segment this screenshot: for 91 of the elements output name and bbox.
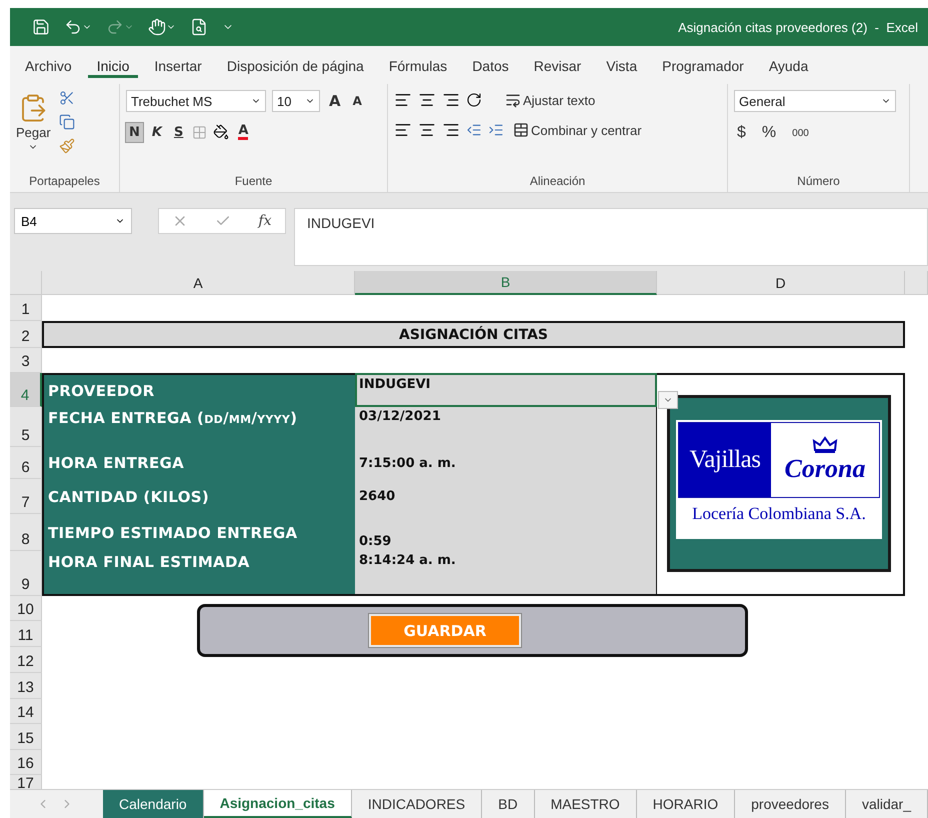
underline-button[interactable]: S: [170, 122, 186, 142]
window-title: Asignación citas proveedores (2) - Excel: [678, 20, 918, 34]
logo-brand: Corona: [784, 454, 866, 484]
currency-button[interactable]: $: [734, 122, 749, 144]
ribbon-tab[interactable]: Disposición de página: [218, 52, 373, 78]
row-header[interactable]: 14: [10, 699, 42, 724]
sheet-tab[interactable]: Asignacion_citas: [204, 790, 352, 818]
field-value[interactable]: 03/12/2021: [355, 407, 657, 447]
row-header[interactable]: 15: [10, 724, 42, 750]
merge-center-button[interactable]: Combinar y centrar: [510, 120, 645, 140]
row-header[interactable]: 13: [10, 673, 42, 699]
redo-icon[interactable]: [106, 18, 124, 36]
row-header[interactable]: 4: [10, 373, 42, 407]
ribbon-tab[interactable]: Fórmulas: [380, 52, 456, 78]
row-header[interactable]: 7: [10, 479, 42, 514]
wrap-text-icon: [505, 92, 521, 108]
font-size-field[interactable]: 10: [272, 90, 320, 112]
undo-icon[interactable]: [64, 18, 82, 36]
row-header[interactable]: 2: [10, 321, 42, 348]
row-header[interactable]: 5: [10, 407, 42, 447]
field-value[interactable]: 2640: [355, 479, 657, 514]
thousands-button[interactable]: 000: [789, 126, 812, 140]
touch-mode-icon[interactable]: [148, 18, 166, 36]
row-header[interactable]: 9: [10, 551, 42, 596]
wrap-text-button[interactable]: Ajustar texto: [502, 90, 598, 110]
group-label: Número: [796, 174, 841, 190]
logo-subtitle: Locería Colombiana S.A.: [691, 503, 867, 524]
row-header[interactable]: 1: [10, 295, 42, 321]
crown-icon: [812, 436, 838, 454]
name-box[interactable]: B4: [14, 208, 132, 234]
increase-indent-icon[interactable]: [488, 122, 504, 138]
field-label: HORA ENTREGA: [42, 447, 355, 479]
row-header[interactable]: 6: [10, 447, 42, 479]
field-label: TIEMPO ESTIMADO ENTREGA: [42, 514, 355, 551]
align-center-icon[interactable]: [418, 121, 436, 139]
field-value[interactable]: 0:59: [355, 514, 657, 551]
shrink-font-button[interactable]: A: [350, 92, 365, 110]
ribbon-tab[interactable]: Revisar: [524, 52, 590, 78]
ribbon-tab[interactable]: Datos: [463, 52, 518, 78]
ribbon-tab[interactable]: Ayuda: [760, 52, 818, 78]
merge-icon: [513, 122, 529, 138]
print-preview-icon[interactable]: [190, 18, 208, 36]
number-format-field[interactable]: General: [734, 90, 896, 112]
group-label: Portapapeles: [28, 174, 101, 190]
field-label: HORA FINAL ESTIMADA: [42, 551, 355, 596]
row-header[interactable]: 3: [10, 348, 42, 373]
fill-color-icon[interactable]: [213, 124, 230, 140]
insert-function-button[interactable]: fx: [258, 213, 272, 229]
row-header[interactable]: 8: [10, 514, 42, 551]
orientation-icon[interactable]: [466, 92, 482, 108]
bold-button[interactable]: N: [126, 122, 143, 142]
row-header[interactable]: 11: [10, 621, 42, 647]
font-name-field[interactable]: Trebuchet MS: [126, 90, 266, 112]
ribbon-tab[interactable]: Programador: [653, 52, 753, 78]
row-header[interactable]: 10: [10, 596, 42, 621]
paste-button[interactable]: Pegar: [16, 92, 51, 152]
column-header[interactable]: A: [42, 271, 355, 295]
column-header[interactable]: B: [355, 271, 657, 295]
middle-align-icon[interactable]: [418, 91, 436, 109]
ribbon-tab[interactable]: Inicio: [88, 52, 138, 78]
row-header[interactable]: 16: [10, 750, 42, 775]
row-header[interactable]: 12: [10, 647, 42, 673]
top-align-icon[interactable]: [394, 91, 412, 109]
align-left-icon[interactable]: [394, 121, 412, 139]
formula-field[interactable]: INDUGEVI: [294, 208, 928, 266]
sheet-title: ASIGNACIÓN CITAS: [42, 321, 905, 348]
font-color-button[interactable]: A: [235, 122, 252, 142]
format-painter-icon[interactable]: [58, 138, 75, 154]
align-right-icon[interactable]: [442, 121, 460, 139]
italic-button[interactable]: K: [148, 122, 165, 142]
save-icon[interactable]: [32, 18, 50, 36]
ribbon-tab[interactable]: Archivo: [16, 52, 81, 78]
field-label: FECHA ENTREGA (dd/mm/yyyy): [42, 407, 355, 447]
decrease-indent-icon[interactable]: [466, 122, 482, 138]
logo-brand: Vajillas: [679, 423, 771, 497]
percent-button[interactable]: %: [758, 122, 780, 144]
field-label: PROVEEDOR: [42, 373, 355, 407]
copy-icon[interactable]: [58, 114, 75, 130]
ribbon-tab[interactable]: Insertar: [145, 52, 211, 78]
grow-font-button[interactable]: A: [326, 90, 344, 112]
cut-icon[interactable]: [58, 90, 75, 106]
row-header[interactable]: 17: [10, 775, 42, 789]
field-value[interactable]: 8:14:24 a. m.: [355, 551, 657, 596]
ribbon-tab[interactable]: Vista: [597, 52, 646, 78]
bottom-align-icon[interactable]: [442, 91, 460, 109]
group-label: Fuente: [234, 174, 274, 190]
sheet-tab[interactable]: Calendario: [103, 790, 204, 818]
group-label: Alineación: [528, 174, 586, 190]
field-value[interactable]: 7:15:00 a. m.: [355, 447, 657, 479]
column-header[interactable]: D: [657, 271, 905, 295]
field-label: CANTIDAD (KILOS): [42, 479, 355, 514]
